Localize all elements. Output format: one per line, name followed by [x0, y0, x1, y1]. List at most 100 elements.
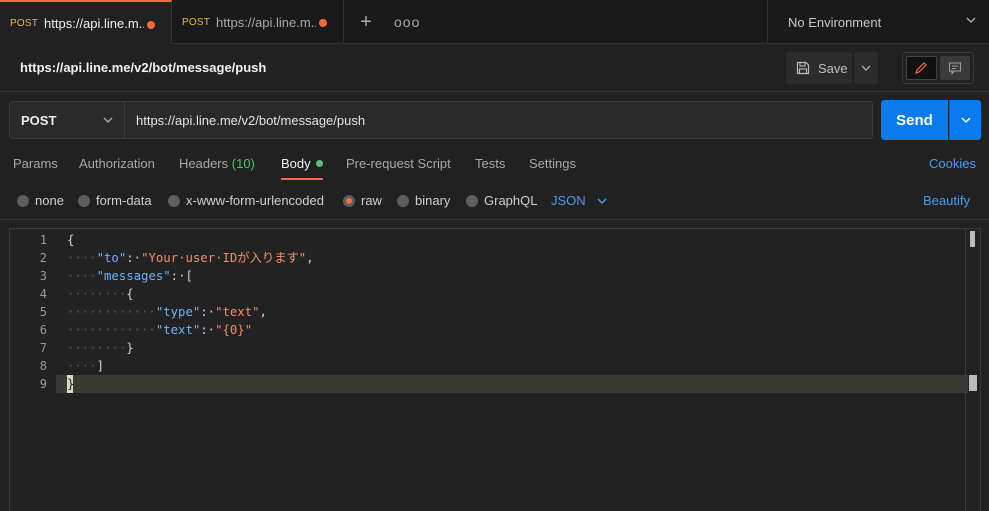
radio-graphql-label: GraphQL [484, 193, 538, 208]
line-number: 6 [39, 323, 47, 337]
json-key: "text" [155, 323, 201, 337]
chevron-down-icon [960, 117, 971, 124]
radio-selected-icon [343, 194, 355, 207]
code-token: :· [126, 251, 142, 265]
tab-url: https://api.line.m... [44, 15, 145, 31]
method-select[interactable]: POST [9, 101, 125, 139]
whitespace-marker: ···· [67, 269, 97, 283]
json-string: "{0}" [215, 323, 253, 337]
tab-body-label: Body [281, 156, 311, 171]
line-number: 3 [39, 269, 47, 283]
environment-label: No Environment [788, 14, 882, 30]
request-title[interactable]: https://api.line.me/v2/bot/message/push [20, 60, 266, 75]
whitespace-marker: ············ [67, 305, 156, 319]
radio-none[interactable]: none [17, 193, 64, 208]
tab-method: POST [182, 16, 211, 28]
tab-settings[interactable]: Settings [529, 156, 576, 171]
tab-headers-label: Headers [179, 156, 229, 171]
json-key: "type" [155, 305, 201, 319]
chevron-down-icon [966, 17, 976, 23]
code-token: :· [200, 305, 216, 319]
tab-headers[interactable]: Headers (10) [179, 156, 255, 171]
active-tab-underline [281, 178, 323, 180]
code-editor[interactable]: 1 2 3 4 5 6 7 8 9 { ····"to":·"Your·user… [9, 228, 981, 511]
radio-circle-icon [78, 194, 90, 207]
code-token: , [306, 251, 314, 265]
radio-binary[interactable]: binary [397, 193, 450, 208]
json-key: "messages" [96, 269, 171, 283]
save-button[interactable]: Save [786, 52, 852, 84]
language-select[interactable]: JSON [551, 193, 608, 208]
chevron-down-icon [597, 198, 607, 204]
radio-circle-icon [397, 194, 409, 207]
radio-urlencoded-label: x-www-form-urlencoded [186, 193, 324, 208]
comments-mode-button[interactable] [939, 56, 970, 80]
code-line: ········} [67, 339, 134, 357]
code-line: ····"to":·"Your·user·IDが入ります", [67, 249, 314, 267]
unsaved-dot-icon [319, 19, 327, 27]
code-token: :·[ [170, 269, 193, 283]
code-line: ········{ [67, 285, 134, 303]
code-token: } [67, 377, 75, 391]
request-tab-bar: POST https://api.line.m... POST https://… [0, 0, 989, 44]
line-number: 4 [39, 287, 47, 301]
pencil-icon [915, 62, 928, 74]
whitespace-marker: ···· [67, 251, 97, 265]
code-token: :· [200, 323, 216, 337]
current-line-highlight [56, 375, 968, 393]
url-input[interactable]: https://api.line.me/v2/bot/message/push [124, 101, 873, 139]
radio-none-label: none [35, 193, 64, 208]
radio-urlencoded[interactable]: x-www-form-urlencoded [168, 193, 324, 208]
tab-body[interactable]: Body [281, 156, 323, 171]
code-line: ····] [67, 357, 104, 375]
whitespace-marker: ········ [67, 287, 127, 301]
line-number: 2 [39, 251, 47, 265]
plus-icon[interactable]: + [356, 12, 376, 32]
tab-authorization[interactable]: Authorization [79, 156, 155, 171]
whitespace-marker: ···· [67, 359, 97, 373]
whitespace-marker: ············ [67, 323, 156, 337]
save-icon [796, 61, 810, 75]
radio-circle-icon [466, 194, 478, 207]
code-token: { [126, 287, 134, 301]
request-header: https://api.line.me/v2/bot/message/push … [0, 44, 989, 92]
cookies-link[interactable]: Cookies [929, 156, 976, 171]
language-value: JSON [551, 193, 586, 208]
line-number-gutter: 1 2 3 4 5 6 7 8 9 [10, 229, 56, 511]
beautify-link[interactable]: Beautify [923, 193, 970, 208]
environment-selector[interactable]: No Environment [767, 0, 989, 44]
line-number: 8 [39, 359, 47, 373]
chevron-down-icon [861, 65, 871, 71]
more-icon[interactable]: ooo [394, 14, 420, 30]
tab-prerequest-script[interactable]: Pre-request Script [346, 156, 451, 171]
mode-toggle [902, 52, 974, 84]
request-tab-1[interactable]: POST https://api.line.m... [0, 0, 172, 44]
line-number: 7 [39, 341, 47, 355]
radio-raw[interactable]: raw [343, 193, 382, 208]
url-value: https://api.line.me/v2/bot/message/push [136, 112, 366, 128]
method-value: POST [21, 112, 57, 128]
radio-binary-label: binary [415, 193, 451, 208]
radio-graphql[interactable]: GraphQL [466, 193, 537, 208]
code-line: } [67, 375, 74, 393]
save-options-button[interactable] [854, 52, 878, 84]
request-tabs: Params Authorization Headers (10) Body P… [0, 148, 989, 180]
code-token: } [126, 341, 134, 355]
chevron-down-icon [103, 117, 113, 123]
radio-form-data[interactable]: form-data [78, 193, 152, 208]
code-line: ············"type":·"text", [67, 303, 267, 321]
line-number: 9 [39, 377, 47, 391]
radio-circle-icon [168, 194, 180, 207]
tab-actions: + ooo [344, 0, 420, 43]
edit-mode-button[interactable] [906, 56, 937, 80]
json-string: "Your·user·IDが入ります" [141, 251, 307, 265]
scrollbar-marker[interactable] [970, 231, 975, 247]
body-active-dot-icon [315, 160, 323, 167]
request-tab-2[interactable]: POST https://api.line.m... [172, 0, 344, 44]
send-button[interactable]: Send [881, 100, 948, 140]
tab-params[interactable]: Params [13, 156, 58, 171]
send-options-button[interactable] [949, 100, 981, 140]
code-line: ············"text":·"{0}" [67, 321, 252, 339]
code-token: ] [96, 359, 105, 373]
tab-tests[interactable]: Tests [475, 156, 505, 171]
